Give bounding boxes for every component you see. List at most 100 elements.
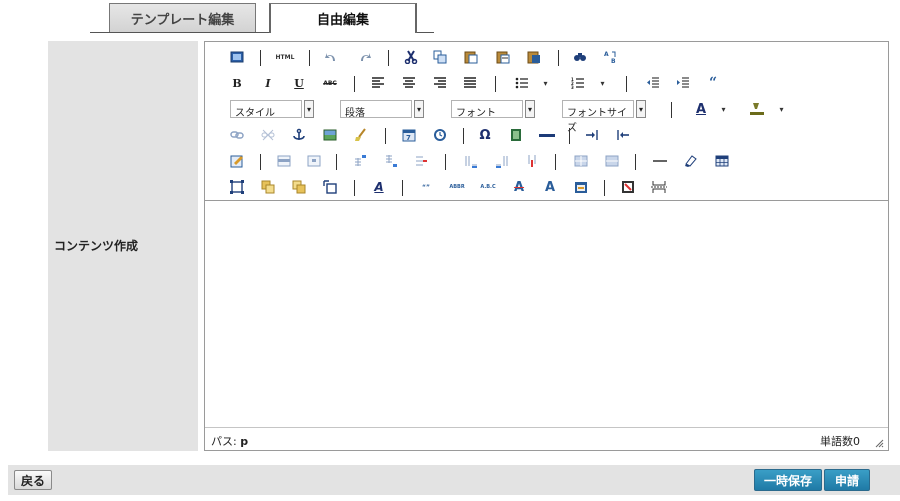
text-color-icon[interactable]: A: [692, 100, 710, 118]
toolbar-separator: [354, 76, 355, 92]
indent-icon[interactable]: [674, 74, 692, 92]
strikethrough-icon[interactable]: ABC: [321, 74, 339, 92]
find-icon[interactable]: [571, 48, 589, 66]
row-after-icon[interactable]: [382, 152, 400, 170]
bold-icon[interactable]: B: [228, 74, 246, 92]
copy-icon[interactable]: [431, 48, 449, 66]
underline-icon[interactable]: U: [290, 74, 308, 92]
paste-icon[interactable]: [462, 48, 480, 66]
styles-icon[interactable]: A: [370, 178, 388, 196]
abbreviation-icon[interactable]: ABBR: [446, 178, 468, 196]
insert-layer-icon[interactable]: [259, 178, 277, 196]
insert-date-icon[interactable]: 7: [400, 126, 418, 144]
image-icon[interactable]: [321, 126, 339, 144]
font-select-value: フォント: [456, 108, 496, 119]
style-select[interactable]: スタイル ▾: [230, 100, 314, 119]
toolbar-separator: [555, 154, 556, 170]
hr-line-icon[interactable]: [651, 152, 669, 170]
row-before-icon[interactable]: [351, 152, 369, 170]
undo-icon[interactable]: [322, 48, 340, 66]
tab-free-edit[interactable]: 自由編集: [269, 3, 417, 33]
table-cell-props-icon[interactable]: [305, 152, 323, 170]
resize-handle-icon[interactable]: [874, 438, 884, 448]
delete-text-icon[interactable]: A: [510, 178, 528, 196]
special-character-icon[interactable]: Ω: [476, 126, 494, 144]
toolbar-row-2: B I U ABC ▾ 1 2 3 ▾ “: [205, 74, 888, 94]
bullet-list-dropdown-icon[interactable]: ▾: [541, 75, 550, 91]
citation-icon[interactable]: “”: [415, 178, 437, 196]
toolbar-separator: [445, 154, 446, 170]
toolbar-row-6: A “” ABBR A.B.C A A: [205, 178, 888, 198]
insert-time-icon[interactable]: [431, 126, 449, 144]
insert-text-icon[interactable]: A: [541, 178, 559, 196]
table-row-props-icon[interactable]: [275, 152, 293, 170]
numbered-list-dropdown-icon[interactable]: ▾: [598, 75, 607, 91]
remove-format-icon[interactable]: [682, 152, 700, 170]
replace-icon[interactable]: AB: [602, 48, 620, 66]
align-center-icon[interactable]: [400, 74, 418, 92]
path-element-p[interactable]: p: [240, 435, 248, 448]
anchor-icon[interactable]: [290, 126, 308, 144]
attributes-icon[interactable]: [572, 178, 590, 196]
element-path: パス: p: [211, 433, 248, 449]
editor-status-bar: パス: p 単語数0: [205, 427, 888, 451]
split-cells-icon[interactable]: [572, 152, 590, 170]
paragraph-select[interactable]: 段落 ▾: [340, 100, 424, 119]
paste-word-icon[interactable]: [525, 48, 543, 66]
horizontal-rule-icon[interactable]: [538, 126, 556, 144]
editor-content-area[interactable]: [205, 201, 888, 426]
toolbar-separator: [336, 154, 337, 170]
style-select-value: スタイル: [235, 108, 275, 119]
acronym-icon[interactable]: A.B.C: [477, 178, 499, 196]
col-after-icon[interactable]: [493, 152, 511, 170]
html-source-icon[interactable]: HTML: [274, 48, 296, 66]
back-button[interactable]: 戻る: [14, 470, 52, 490]
paste-text-icon[interactable]: [494, 48, 512, 66]
move-forward-icon[interactable]: [290, 178, 308, 196]
font-size-select[interactable]: フォントサイズ ▾: [562, 100, 646, 134]
toolbar-separator: [260, 50, 261, 66]
word-count: 単語数0: [820, 435, 860, 448]
chevron-down-icon: ▾: [304, 100, 314, 118]
delete-row-icon[interactable]: [412, 152, 430, 170]
absolute-position-icon[interactable]: [321, 178, 339, 196]
italic-icon[interactable]: I: [259, 74, 277, 92]
toolbar-separator: [463, 128, 464, 144]
redo-icon[interactable]: [356, 48, 374, 66]
edit-css-style-icon[interactable]: [228, 152, 246, 170]
delete-col-icon[interactable]: [523, 152, 541, 170]
merge-cells-icon[interactable]: [603, 152, 621, 170]
toolbar-row-4: 7 Ω: [205, 126, 888, 146]
bullet-list-icon[interactable]: [513, 74, 531, 92]
col-before-icon[interactable]: [462, 152, 480, 170]
temporary-save-button[interactable]: 一時保存: [754, 469, 822, 491]
blockquote-icon[interactable]: “: [704, 74, 722, 92]
ltr-icon[interactable]: [583, 126, 601, 144]
media-icon[interactable]: [507, 126, 525, 144]
page-break-icon[interactable]: [650, 178, 668, 196]
text-color-dropdown-icon[interactable]: ▾: [719, 101, 728, 117]
insert-table-icon[interactable]: [713, 152, 731, 170]
unlink-icon[interactable]: [259, 126, 277, 144]
background-color-icon[interactable]: [748, 100, 766, 118]
toolbar-row-1: HTML A B: [205, 48, 888, 68]
outdent-icon[interactable]: [644, 74, 662, 92]
align-right-icon[interactable]: [431, 74, 449, 92]
font-select[interactable]: フォント ▾: [451, 100, 535, 119]
non-breaking-space-icon[interactable]: [619, 178, 637, 196]
background-color-dropdown-icon[interactable]: ▾: [777, 101, 786, 117]
visual-aid-icon[interactable]: [228, 178, 246, 196]
cut-icon[interactable]: [402, 48, 420, 66]
align-left-icon[interactable]: [369, 74, 387, 92]
tab-template-edit[interactable]: テンプレート編集: [109, 3, 256, 32]
rtl-icon[interactable]: [614, 126, 632, 144]
apply-button[interactable]: 申請: [824, 469, 870, 491]
new-document-icon[interactable]: [228, 48, 246, 66]
align-justify-icon[interactable]: [461, 74, 479, 92]
toolbar-separator: [354, 180, 355, 196]
toolbar-separator: [558, 50, 559, 66]
numbered-list-icon[interactable]: 123: [569, 74, 587, 92]
cleanup-icon[interactable]: [352, 126, 370, 144]
path-label: パス:: [211, 435, 237, 448]
link-icon[interactable]: [228, 126, 246, 144]
